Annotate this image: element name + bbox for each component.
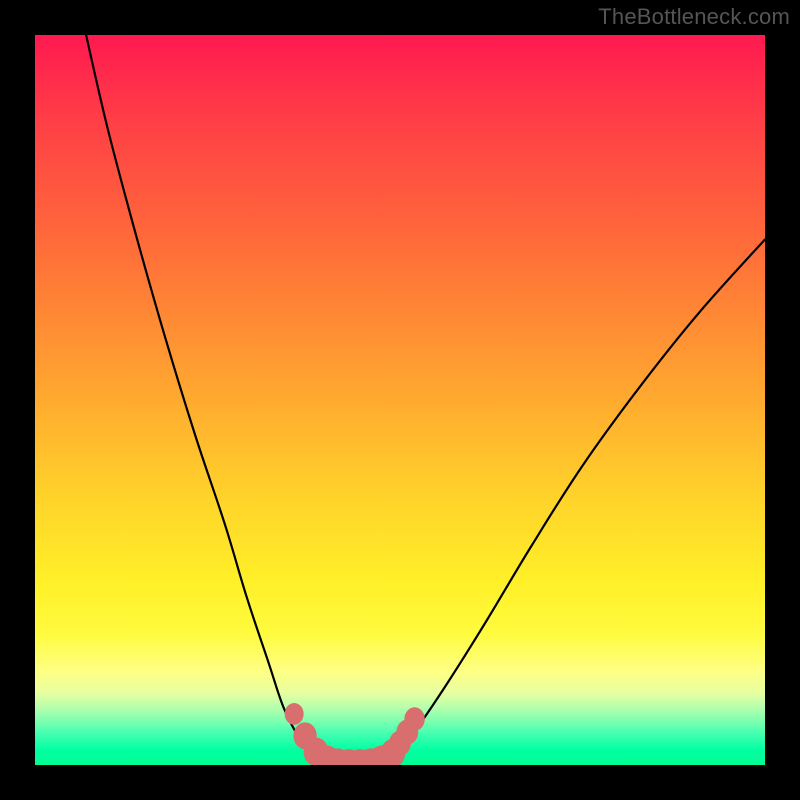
watermark-text: TheBottleneck.com xyxy=(598,4,790,30)
plot-area xyxy=(35,35,765,765)
marker-group xyxy=(285,703,425,765)
valley-marker xyxy=(285,703,304,725)
valley-markers xyxy=(35,35,765,765)
chart-frame: TheBottleneck.com xyxy=(0,0,800,800)
valley-marker xyxy=(404,707,424,731)
